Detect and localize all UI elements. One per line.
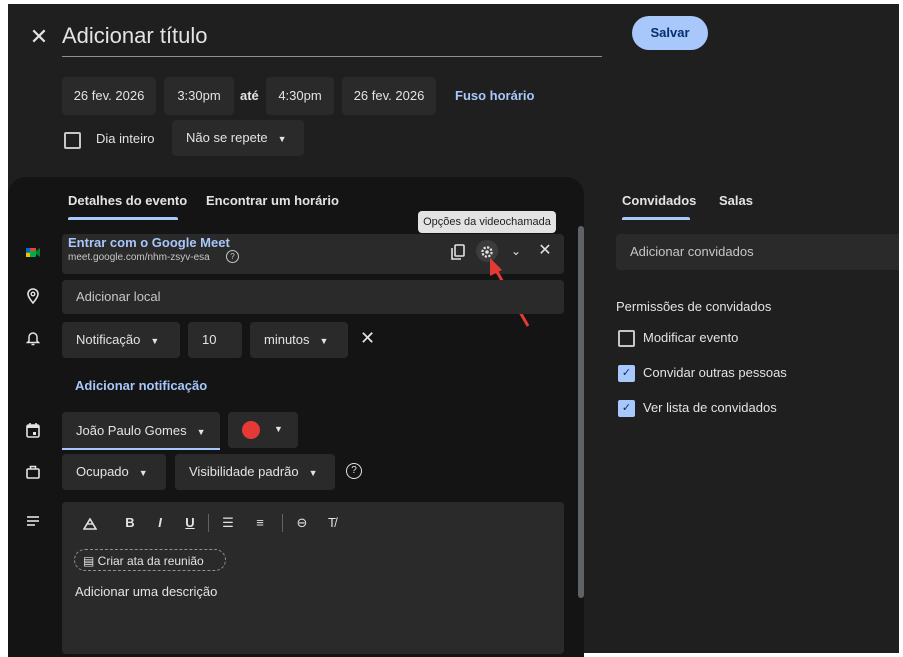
location-input[interactable]: Adicionar local [62, 280, 564, 314]
visibility-dropdown[interactable]: Visibilidade padrão ▼ [175, 454, 335, 490]
caret-down-icon: ▼ [138, 467, 148, 478]
scrollbar[interactable] [578, 226, 584, 598]
tab-active-indicator [68, 217, 178, 220]
location-pin-icon [27, 288, 39, 304]
permissions-title: Permissões de convidados [616, 299, 772, 314]
all-day-checkbox[interactable] [64, 132, 81, 149]
tab-rooms[interactable]: Salas [719, 186, 753, 216]
link-icon[interactable]: ⊖ [292, 512, 312, 534]
frame-left [0, 0, 8, 657]
caret-down-icon: ▼ [274, 424, 283, 434]
caret-down-icon: ▼ [150, 335, 160, 346]
copy-icon[interactable] [447, 240, 469, 262]
save-button[interactable]: Salvar [632, 16, 708, 50]
underline-icon[interactable]: U [180, 512, 200, 534]
add-guests-input[interactable]: Adicionar convidados [616, 234, 899, 270]
visibility-value: Visibilidade padrão [189, 464, 299, 479]
tab-find-time[interactable]: Encontrar um horário [206, 178, 339, 224]
notification-unit-dropdown[interactable]: minutos ▼ [250, 322, 348, 358]
notification-amount-input[interactable]: 10 [188, 322, 242, 358]
repeat-dropdown[interactable]: Não se repete ▼ [172, 120, 304, 156]
drive-attach-icon[interactable] [80, 512, 100, 534]
calendar-owner-dropdown[interactable]: João Paulo Gomes ▼ [62, 412, 220, 450]
google-meet-icon [26, 248, 40, 257]
tooltip: Opções da videochamada [418, 211, 556, 233]
caret-down-icon: ▼ [196, 426, 206, 437]
create-meeting-notes-chip[interactable]: ▤ Criar ata da reunião [74, 549, 226, 571]
frame-right [899, 0, 903, 657]
calendar-owner-value: João Paulo Gomes [76, 423, 187, 438]
see-guest-list-label: Ver lista de convidados [643, 400, 777, 415]
italic-icon[interactable]: I [150, 512, 170, 534]
bell-icon [26, 332, 40, 346]
clear-formatting-icon[interactable]: T̸ [322, 512, 342, 534]
event-color-dropdown[interactable] [228, 412, 298, 448]
caret-down-icon: ▼ [308, 467, 318, 478]
notification-type-value: Notificação [76, 332, 141, 347]
end-date-field[interactable]: 26 fev. 2026 [342, 77, 436, 115]
close-icon[interactable]: ✕ [28, 26, 50, 48]
toolbar-divider [208, 514, 209, 532]
frame-top [0, 0, 903, 4]
description-icon [27, 516, 39, 526]
see-guest-list-checkbox[interactable]: ✓ [618, 400, 635, 417]
date-separator: até [240, 88, 259, 103]
all-day-label: Dia inteiro [96, 131, 155, 146]
calendar-icon [26, 423, 40, 438]
modify-event-checkbox[interactable] [618, 330, 635, 347]
notification-unit-value: minutos [264, 332, 310, 347]
toolbar-divider [282, 514, 283, 532]
add-notification-button[interactable]: Adicionar notificação [75, 376, 207, 396]
availability-value: Ocupado [76, 464, 129, 479]
notification-type-dropdown[interactable]: Notificação ▼ [62, 322, 180, 358]
caret-down-icon: ▼ [277, 133, 287, 144]
tab-active-indicator [622, 217, 690, 220]
remove-notification-icon[interactable]: ✕ [360, 327, 375, 349]
repeat-value: Não se repete [186, 130, 268, 145]
numbered-list-icon[interactable]: ☰ [218, 512, 238, 534]
tab-guests[interactable]: Convidados [622, 186, 696, 216]
timezone-link[interactable]: Fuso horário [455, 77, 534, 115]
bulleted-list-icon[interactable]: ≡ [250, 512, 270, 534]
meet-url: meet.google.com/nhm-zsyv-esa [68, 252, 210, 263]
invite-others-checkbox[interactable]: ✓ [618, 365, 635, 382]
briefcase-icon [26, 465, 40, 479]
caret-down-icon: ▼ [319, 335, 329, 346]
modify-event-label: Modificar evento [643, 330, 739, 345]
description-placeholder: Adicionar uma descrição [75, 584, 218, 599]
invite-others-label: Convidar outras pessoas [643, 365, 787, 380]
help-icon[interactable]: ? [226, 250, 239, 263]
help-icon[interactable]: ? [346, 463, 362, 479]
start-time-field[interactable]: 3:30pm [164, 77, 234, 115]
bold-icon[interactable]: B [120, 512, 140, 534]
notes-chip-label: Criar ata da reunião [97, 554, 204, 568]
end-time-field[interactable]: 4:30pm [266, 77, 334, 115]
title-input[interactable]: Adicionar título [62, 18, 602, 57]
availability-dropdown[interactable]: Ocupado ▼ [62, 454, 166, 490]
start-date-field[interactable]: 26 fev. 2026 [62, 77, 156, 115]
join-meet-link[interactable]: Entrar com o Google Meet [68, 235, 230, 251]
event-color-swatch [242, 421, 260, 439]
